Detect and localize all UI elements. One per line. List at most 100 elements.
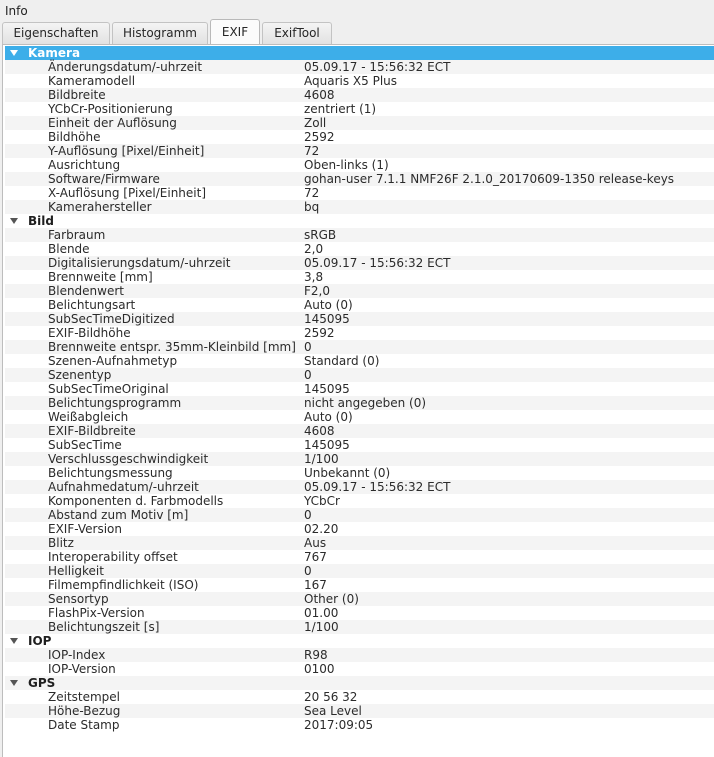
- property-value: R98: [304, 648, 328, 662]
- property-name: Änderungsdatum/-uhrzeit: [48, 60, 203, 74]
- property-value: 2017:09:05: [304, 718, 374, 732]
- property-name: Blende: [48, 242, 90, 256]
- property-row[interactable]: Szenentyp 0: [5, 368, 714, 382]
- property-name: Weißabgleich: [48, 410, 129, 424]
- exif-panel: Kamera Änderungsdatum/-uhrzeit 05.09.17 - …: [2, 44, 714, 757]
- property-row[interactable]: Bildhöhe 2592: [5, 130, 714, 144]
- property-row[interactable]: YCbCr-Positionierung zentriert (1): [5, 102, 714, 116]
- property-row[interactable]: Einheit der Auflösung Zoll: [5, 116, 714, 130]
- tree-group-bild[interactable]: Bild: [5, 214, 714, 228]
- expand-arrow-icon[interactable]: [10, 50, 18, 56]
- property-row[interactable]: Komponenten d. Farbmodells YCbCr: [5, 494, 714, 508]
- property-row[interactable]: Kameramodell Aquaris X5 Plus: [5, 74, 714, 88]
- property-row[interactable]: SubSecTime 145095: [5, 438, 714, 452]
- property-name: FlashPix-Version: [48, 606, 145, 620]
- property-value: 1/100: [304, 620, 339, 634]
- property-row[interactable]: IOP-Version 0100: [5, 662, 714, 676]
- expand-arrow-icon[interactable]: [10, 218, 18, 224]
- property-row[interactable]: Weißabgleich Auto (0): [5, 410, 714, 424]
- property-row[interactable]: Zeitstempel 20 56 32: [5, 690, 714, 704]
- window-title: Info: [5, 4, 28, 18]
- property-value: Sea Level: [304, 704, 362, 718]
- property-row[interactable]: Ausrichtung Oben-links (1): [5, 158, 714, 172]
- property-row[interactable]: Belichtungsprogramm nicht angegeben (0): [5, 396, 714, 410]
- property-name: Farbraum: [48, 228, 106, 242]
- property-name: EXIF-Bildhöhe: [48, 326, 131, 340]
- property-value: 145095: [304, 382, 350, 396]
- property-row[interactable]: Bildbreite 4608: [5, 88, 714, 102]
- property-row[interactable]: IOP-Index R98: [5, 648, 714, 662]
- property-row[interactable]: Kamerahersteller bq: [5, 200, 714, 214]
- property-row[interactable]: Filmempfindlichkeit (ISO) 167: [5, 578, 714, 592]
- property-row[interactable]: Höhe-Bezug Sea Level: [5, 704, 714, 718]
- property-value: 0100: [304, 662, 335, 676]
- property-value: 0: [304, 368, 312, 382]
- property-row[interactable]: Helligkeit 0: [5, 564, 714, 578]
- property-row[interactable]: Szenen-Aufnahmetyp Standard (0): [5, 354, 714, 368]
- property-value: 02.20: [304, 522, 339, 536]
- property-value: Aquaris X5 Plus: [304, 74, 398, 88]
- property-value: 01.00: [304, 606, 339, 620]
- tree-group-kamera[interactable]: Kamera: [5, 46, 714, 60]
- property-name: Bildbreite: [48, 88, 106, 102]
- property-row[interactable]: Date Stamp 2017:09:05: [5, 718, 714, 732]
- property-row[interactable]: Interoperability offset 767: [5, 550, 714, 564]
- property-row[interactable]: SubSecTimeDigitized 145095: [5, 312, 714, 326]
- property-row[interactable]: Änderungsdatum/-uhrzeit 05.09.17 - 15:56:…: [5, 60, 714, 74]
- property-name: Brennweite entspr. 35mm-Kleinbild [mm]: [48, 340, 296, 354]
- property-row[interactable]: Blendenwert F2,0: [5, 284, 714, 298]
- tree-group-iop[interactable]: IOP: [5, 634, 714, 648]
- property-row[interactable]: FlashPix-Version 01.00: [5, 606, 714, 620]
- property-value: 0: [304, 340, 312, 354]
- property-name: Ausrichtung: [48, 158, 121, 172]
- property-value: 20 56 32: [304, 690, 358, 704]
- property-row[interactable]: Verschlussgeschwindigkeit 1/100: [5, 452, 714, 466]
- property-value: 4608: [304, 424, 335, 438]
- property-row[interactable]: Sensortyp Other (0): [5, 592, 714, 606]
- property-row[interactable]: Belichtungszeit [s] 1/100: [5, 620, 714, 634]
- property-value: F2,0: [304, 284, 330, 298]
- property-value: zentriert (1): [304, 102, 377, 116]
- property-name: Blendenwert: [48, 284, 124, 298]
- property-row[interactable]: Abstand zum Motiv [m] 0: [5, 508, 714, 522]
- property-row[interactable]: Y-Auflösung [Pixel/Einheit] 72: [5, 144, 714, 158]
- property-row[interactable]: Belichtungsart Auto (0): [5, 298, 714, 312]
- property-name: SubSecTimeOriginal: [48, 382, 169, 396]
- property-row[interactable]: Brennweite [mm] 3,8: [5, 270, 714, 284]
- group-label: IOP: [28, 634, 52, 648]
- property-row[interactable]: SubSecTimeOriginal 145095: [5, 382, 714, 396]
- property-row[interactable]: EXIF-Bildbreite 4608: [5, 424, 714, 438]
- property-name: Date Stamp: [48, 718, 120, 732]
- expand-arrow-icon[interactable]: [10, 638, 18, 644]
- exif-tree[interactable]: Kamera Änderungsdatum/-uhrzeit 05.09.17 - …: [5, 46, 714, 732]
- tab-histogramm[interactable]: Histogramm: [112, 22, 208, 44]
- property-name: Zeitstempel: [48, 690, 121, 704]
- property-row[interactable]: Software/Firmware gohan-user 7.1.1 NMF26F…: [5, 172, 714, 186]
- property-row[interactable]: Digitalisierungsdatum/-uhrzeit 05.09.17 -…: [5, 256, 714, 270]
- property-name: Belichtungsprogramm: [48, 396, 182, 410]
- tab-exiftool[interactable]: ExifTool: [262, 22, 332, 44]
- property-row[interactable]: Aufnahmedatum/-uhrzeit 05.09.17 - 15:56:3…: [5, 480, 714, 494]
- property-name: Filmempfindlichkeit (ISO): [48, 578, 199, 592]
- property-row[interactable]: Brennweite entspr. 35mm-Kleinbild [mm] 0: [5, 340, 714, 354]
- tab-eigenschaften[interactable]: Eigenschaften: [2, 22, 110, 44]
- expand-arrow-icon[interactable]: [10, 680, 18, 686]
- property-name: Blitz: [48, 536, 74, 550]
- property-row[interactable]: Blende 2,0: [5, 242, 714, 256]
- property-name: Interoperability offset: [48, 550, 178, 564]
- property-row[interactable]: EXIF-Bildhöhe 2592: [5, 326, 714, 340]
- property-value: Oben-links (1): [304, 158, 389, 172]
- property-row[interactable]: X-Auflösung [Pixel/Einheit] 72: [5, 186, 714, 200]
- tab-exif[interactable]: EXIF: [210, 19, 260, 45]
- property-value: Standard (0): [304, 354, 380, 368]
- tree-group-gps[interactable]: GPS: [5, 676, 714, 690]
- property-row[interactable]: Farbraum sRGB: [5, 228, 714, 242]
- property-name: Komponenten d. Farbmodells: [48, 494, 224, 508]
- property-name: Kameramodell: [48, 74, 136, 88]
- property-row[interactable]: Blitz Aus: [5, 536, 714, 550]
- property-row[interactable]: EXIF-Version 02.20: [5, 522, 714, 536]
- property-name: Aufnahmedatum/-uhrzeit: [48, 480, 199, 494]
- property-value: 767: [304, 550, 327, 564]
- property-row[interactable]: Belichtungsmessung Unbekannt (0): [5, 466, 714, 480]
- property-name: Software/Firmware: [48, 172, 160, 186]
